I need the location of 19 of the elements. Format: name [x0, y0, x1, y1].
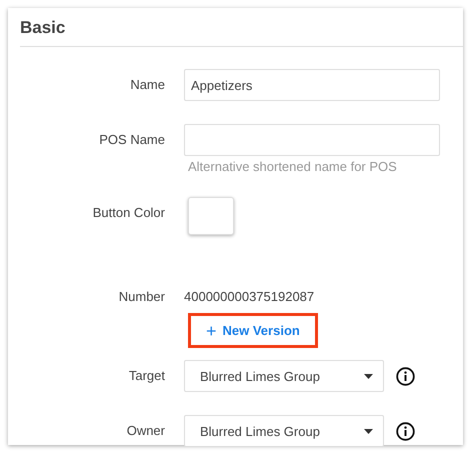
info-icon[interactable] — [396, 422, 415, 440]
info-icon[interactable] — [396, 366, 415, 386]
number-value: 400000000375192087 — [184, 288, 316, 306]
section-title: Basic — [20, 8, 463, 47]
dropdown[interactable]: Blurred Limes Group — [184, 415, 384, 447]
caret-icon — [364, 374, 373, 378]
field-label: Button Color — [92, 204, 165, 222]
field-label: Target — [128, 367, 165, 385]
field-hint: Alternative shortened name for POS — [188, 159, 398, 174]
text-field[interactable] — [184, 124, 440, 156]
new-version-button[interactable]: + New Version — [188, 313, 318, 348]
dropdown[interactable]: Blurred Limes Group — [184, 360, 384, 392]
field-label: Name — [129, 76, 165, 94]
field-label: POS Name — [98, 131, 165, 149]
field-label: Number — [118, 288, 165, 306]
caret-icon — [364, 428, 373, 434]
text-field[interactable]: Appetizers — [184, 69, 440, 101]
color-swatch[interactable] — [188, 197, 234, 235]
field-label: Owner — [126, 422, 165, 440]
